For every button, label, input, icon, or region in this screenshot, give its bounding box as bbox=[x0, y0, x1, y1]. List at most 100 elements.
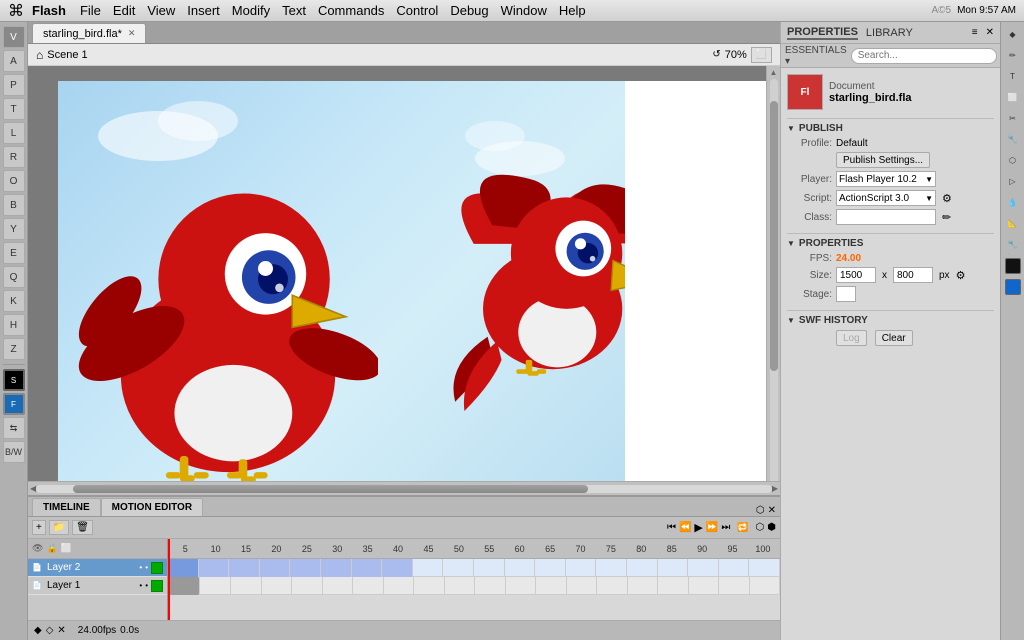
tool-text[interactable]: T bbox=[3, 98, 25, 120]
menu-text[interactable]: Text bbox=[282, 3, 306, 18]
menu-insert[interactable]: Insert bbox=[187, 3, 220, 18]
layer2-eye[interactable]: • bbox=[139, 563, 142, 572]
layer-row-1[interactable]: 📄 Layer 1 • • bbox=[28, 577, 167, 595]
rt-tool-5[interactable]: ✂ bbox=[1003, 108, 1023, 128]
library-tab[interactable]: LIBRARY bbox=[866, 27, 913, 39]
menu-commands[interactable]: Commands bbox=[318, 3, 384, 18]
rt-tool-6[interactable]: 🔧 bbox=[1003, 129, 1023, 149]
timeline-close-icon[interactable]: ✕ bbox=[768, 505, 776, 516]
tool-stroke-color[interactable]: S bbox=[3, 369, 25, 391]
tab-motion-editor[interactable]: MOTION EDITOR bbox=[101, 498, 203, 516]
tool-swap-colors[interactable]: ⇆ bbox=[3, 417, 25, 439]
rt-tool-9[interactable]: 💧 bbox=[1003, 192, 1023, 212]
rt-tool-8[interactable]: ▷ bbox=[1003, 171, 1023, 191]
menu-view[interactable]: View bbox=[147, 3, 175, 18]
menu-modify[interactable]: Modify bbox=[232, 3, 270, 18]
timeline-resize-icon[interactable]: ⬡ bbox=[756, 505, 765, 516]
tool-hand[interactable]: H bbox=[3, 314, 25, 336]
rt-tool-3[interactable]: T bbox=[1003, 66, 1023, 86]
playback-prev-icon[interactable]: ⏪ bbox=[679, 522, 691, 533]
tool-pen[interactable]: P bbox=[3, 74, 25, 96]
delete-layer-icon[interactable]: 🗑 bbox=[72, 520, 93, 535]
onion-outline-icon[interactable]: ⬢ bbox=[767, 522, 776, 533]
loop-icon[interactable]: 🔁 bbox=[737, 522, 748, 533]
class-input[interactable] bbox=[836, 209, 936, 225]
class-edit-icon[interactable]: ✏ bbox=[942, 211, 951, 224]
log-btn[interactable]: Log bbox=[836, 330, 867, 346]
add-blank-keyframe-icon[interactable]: ◇ bbox=[46, 625, 54, 636]
tool-rect[interactable]: R bbox=[3, 146, 25, 168]
layer2-lock[interactable]: • bbox=[145, 563, 148, 572]
tool-line[interactable]: L bbox=[3, 122, 25, 144]
script-select[interactable]: ActionScript 3.0 ▼ bbox=[836, 190, 936, 206]
vertical-scrollbar[interactable]: ▲ ▼ bbox=[766, 66, 780, 481]
layer1-eye[interactable]: • bbox=[139, 581, 142, 590]
rt-tool-2[interactable]: ✏ bbox=[1003, 45, 1023, 65]
menu-window[interactable]: Window bbox=[501, 3, 547, 18]
zoom-value[interactable]: 70% bbox=[725, 49, 747, 61]
rt-tool-4[interactable]: ⬜ bbox=[1003, 87, 1023, 107]
tool-free-xform[interactable]: Q bbox=[3, 266, 25, 288]
menu-debug[interactable]: Debug bbox=[450, 3, 488, 18]
add-keyframe-icon[interactable]: ◆ bbox=[34, 625, 42, 636]
onion-skin-icon[interactable]: ⬡ bbox=[756, 522, 765, 533]
tool-paint[interactable]: Y bbox=[3, 218, 25, 240]
layer1-lock[interactable]: • bbox=[145, 581, 148, 590]
tab-timeline[interactable]: TIMELINE bbox=[32, 498, 101, 516]
menu-help[interactable]: Help bbox=[559, 3, 586, 18]
search-input[interactable] bbox=[851, 48, 997, 64]
menu-edit[interactable]: Edit bbox=[113, 3, 135, 18]
bird-right[interactable] bbox=[418, 121, 625, 441]
playback-next-icon[interactable]: ⏩ bbox=[706, 522, 718, 533]
new-folder-icon[interactable]: 📁 bbox=[49, 520, 69, 535]
essentials-label: ESSENTIALS ▾ bbox=[785, 45, 847, 67]
tool-fill-color[interactable]: F bbox=[3, 393, 25, 415]
menu-control[interactable]: Control bbox=[396, 3, 438, 18]
fill-color-swatch[interactable] bbox=[1005, 279, 1021, 295]
scene-breadcrumb[interactable]: ⌂ Scene 1 bbox=[36, 48, 88, 62]
playback-play-icon[interactable]: ▶ bbox=[694, 521, 702, 534]
publish-settings-btn[interactable]: Publish Settings... bbox=[836, 152, 930, 168]
rt-tool-11[interactable]: 🔧 bbox=[1003, 234, 1023, 254]
tool-select[interactable]: V bbox=[3, 26, 25, 48]
new-layer-icon[interactable]: + bbox=[32, 520, 46, 535]
tool-eraser[interactable]: E bbox=[3, 242, 25, 264]
tab-close-icon[interactable]: ✕ bbox=[128, 28, 136, 39]
rt-tool-7[interactable]: ⬡ bbox=[1003, 150, 1023, 170]
script-dropdown-icon: ▼ bbox=[925, 194, 933, 203]
zoom-fit-btn[interactable]: ⬜ bbox=[751, 47, 772, 63]
script-settings-icon[interactable]: ⚙ bbox=[942, 192, 952, 205]
tool-zoom[interactable]: Z bbox=[3, 338, 25, 360]
size-width-input[interactable] bbox=[836, 267, 876, 283]
stroke-color-swatch[interactable] bbox=[1005, 258, 1021, 274]
tool-black-white[interactable]: B/W bbox=[3, 441, 25, 463]
stage-color-swatch[interactable] bbox=[836, 286, 856, 302]
player-select[interactable]: Flash Player 10.2 ▼ bbox=[836, 171, 936, 187]
fps-row: FPS: 24.00 bbox=[787, 253, 994, 264]
constrain-icon[interactable]: ⚙ bbox=[956, 269, 966, 282]
properties-tab[interactable]: PROPERTIES bbox=[787, 26, 858, 40]
panel-close-icon[interactable]: ✕ bbox=[986, 27, 994, 38]
remove-frame-icon[interactable]: ✕ bbox=[57, 625, 65, 636]
rt-tool-10[interactable]: 📐 bbox=[1003, 213, 1023, 233]
layer-row-2[interactable]: 📄 Layer 2 • • bbox=[28, 559, 167, 577]
tool-camera[interactable]: K bbox=[3, 290, 25, 312]
playback-first-icon[interactable]: ⏮ bbox=[667, 522, 676, 533]
menu-file[interactable]: File bbox=[80, 3, 101, 18]
file-tab[interactable]: starling_bird.fla* ✕ bbox=[32, 23, 146, 43]
size-height-input[interactable] bbox=[893, 267, 933, 283]
tool-oval[interactable]: O bbox=[3, 170, 25, 192]
timeline-bottom: ◆ ◇ ✕ 24.00fps 0.0s bbox=[28, 620, 780, 640]
clear-btn[interactable]: Clear bbox=[875, 330, 913, 346]
apple-menu[interactable]: ⌘ bbox=[8, 1, 24, 21]
playback-last-icon[interactable]: ⏭ bbox=[721, 522, 730, 533]
horizontal-scrollbar[interactable]: ◀ ▶ bbox=[28, 481, 780, 495]
rt-tool-1[interactable]: ◆ bbox=[1003, 24, 1023, 44]
stage-content[interactable] bbox=[58, 81, 625, 481]
panel-menu-icon[interactable]: ≡ bbox=[972, 27, 978, 38]
stage-label: Stage: bbox=[787, 289, 832, 300]
tool-subselect[interactable]: A bbox=[3, 50, 25, 72]
bird-left[interactable] bbox=[78, 131, 378, 481]
frames-header: 5 10 15 20 25 30 35 40 45 50 55 60 65 70 bbox=[168, 539, 780, 559]
tool-brush[interactable]: B bbox=[3, 194, 25, 216]
